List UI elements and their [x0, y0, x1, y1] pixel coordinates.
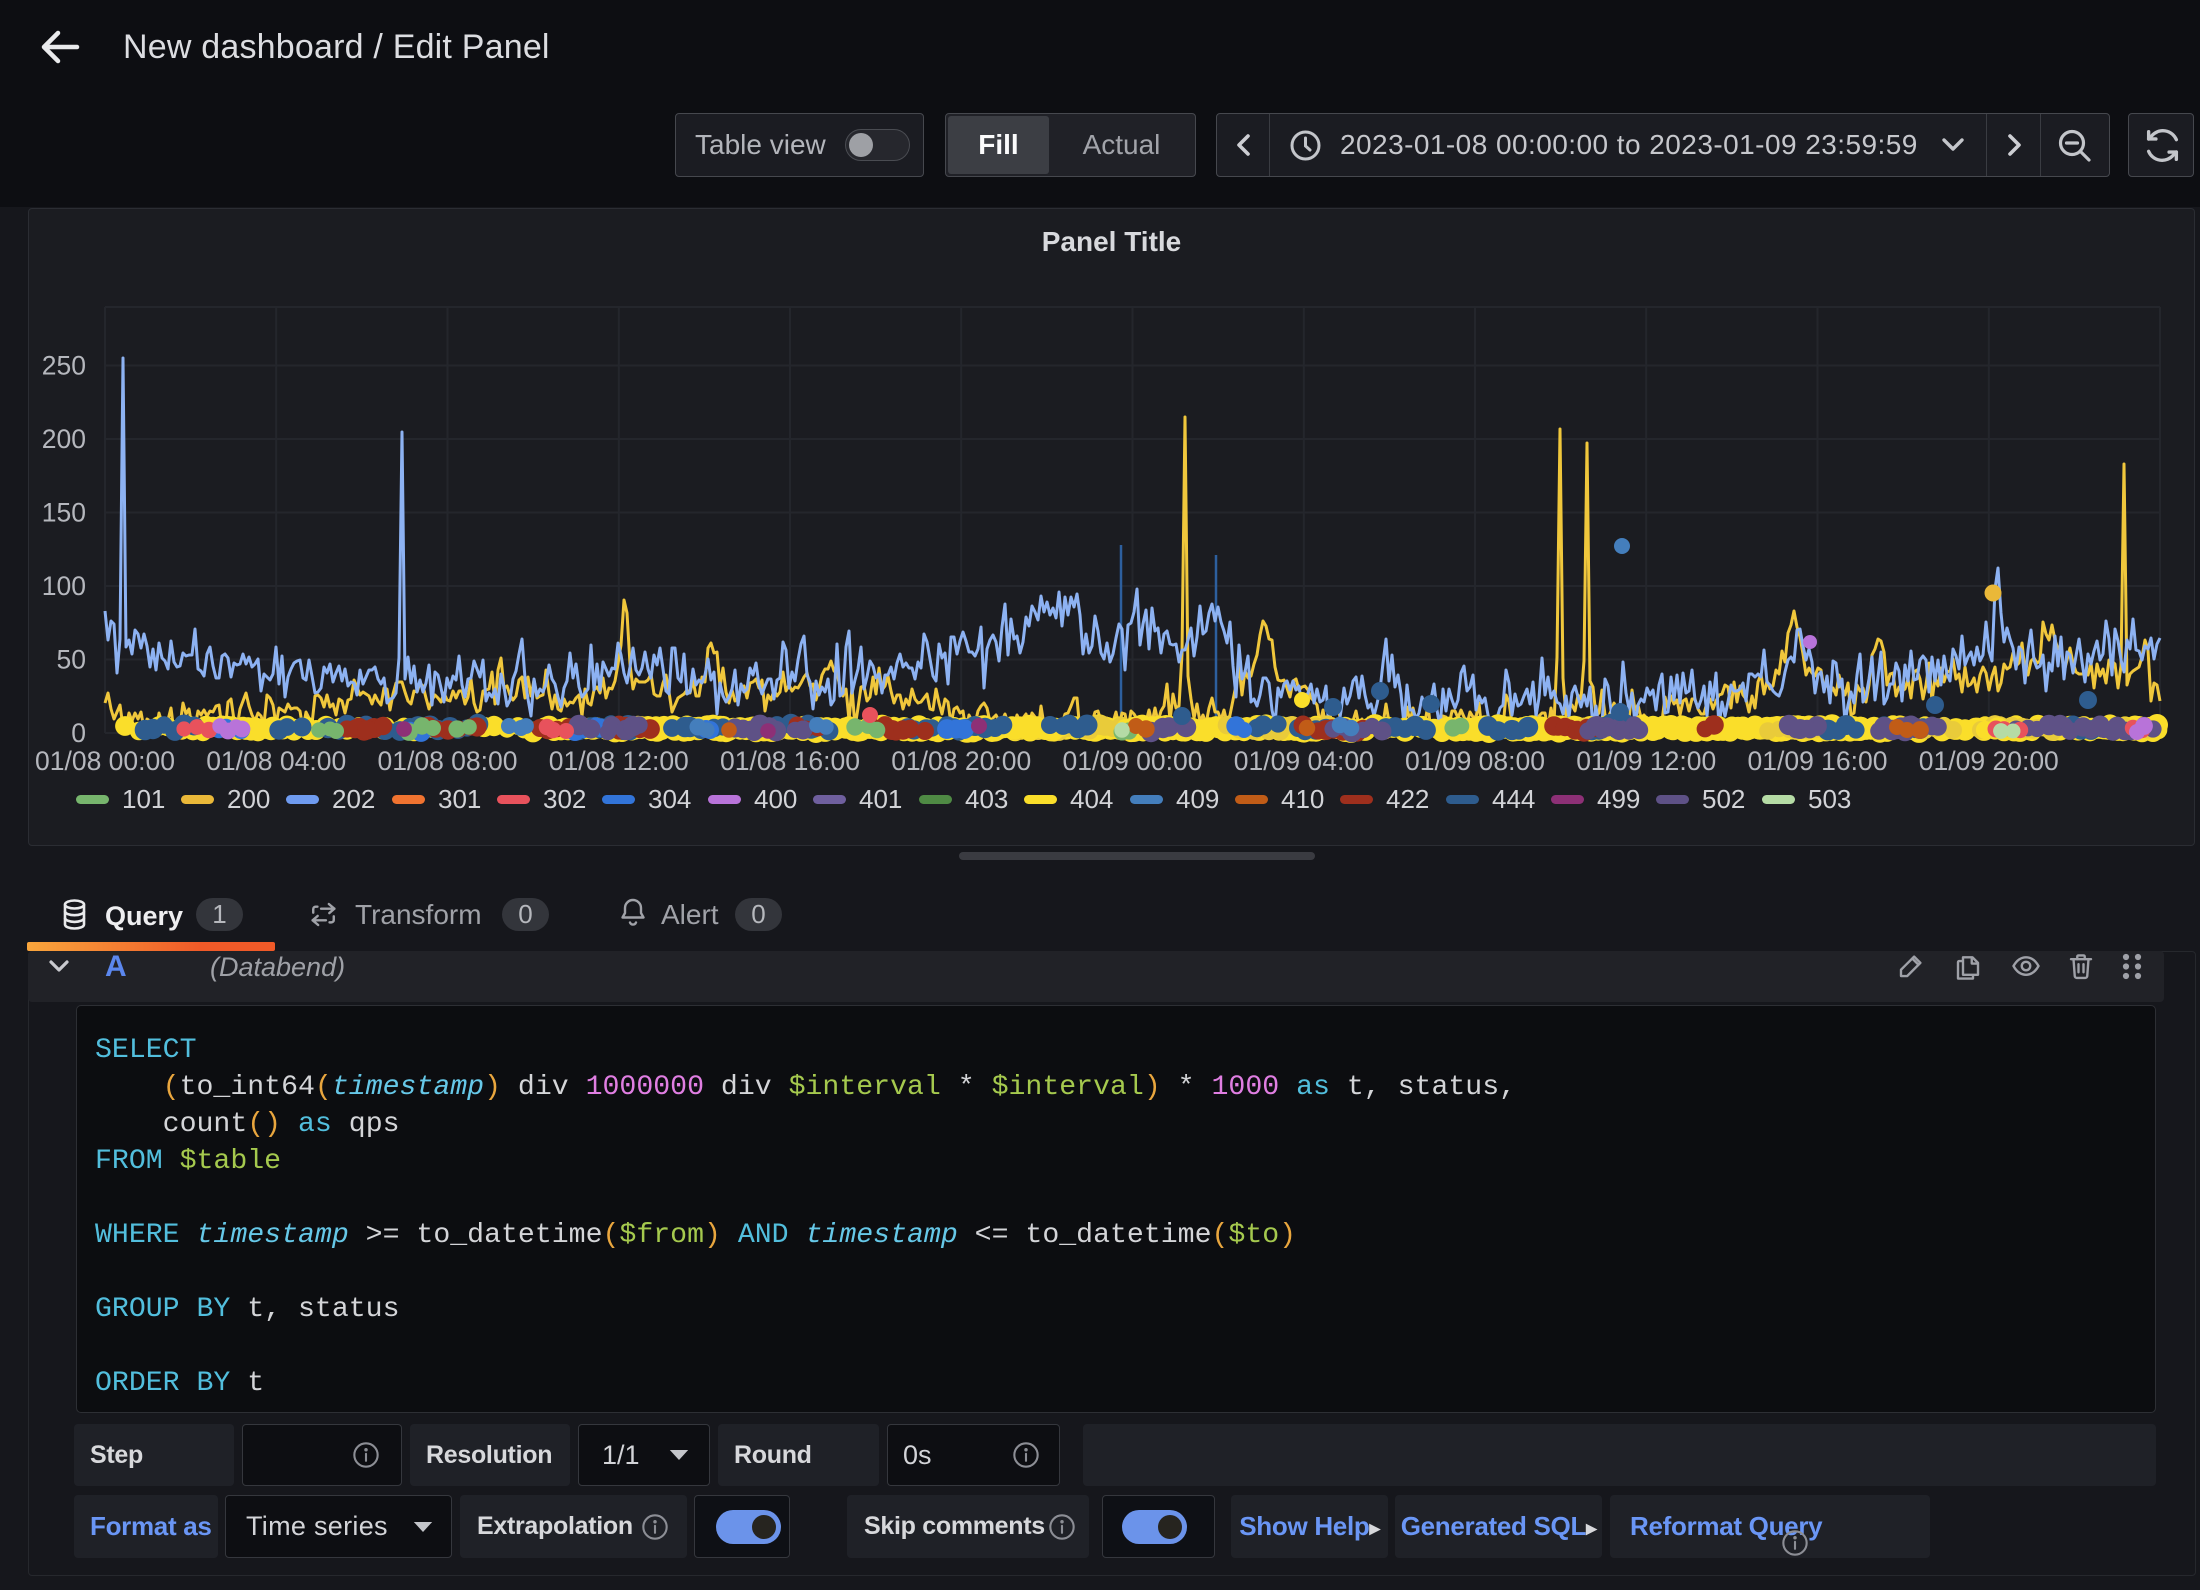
svg-text:01/09 08:00: 01/09 08:00: [1405, 746, 1545, 776]
svg-text:200: 200: [42, 424, 86, 454]
svg-text:01/09 04:00: 01/09 04:00: [1234, 746, 1374, 776]
svg-text:01/08 08:00: 01/08 08:00: [378, 746, 518, 776]
svg-text:01/08 12:00: 01/08 12:00: [549, 746, 689, 776]
svg-text:250: 250: [42, 351, 86, 381]
svg-text:01/09 12:00: 01/09 12:00: [1576, 746, 1716, 776]
svg-text:01/08 20:00: 01/08 20:00: [891, 746, 1031, 776]
svg-text:0: 0: [71, 718, 86, 748]
svg-text:01/09 16:00: 01/09 16:00: [1748, 746, 1888, 776]
svg-text:100: 100: [42, 571, 86, 601]
svg-text:01/08 16:00: 01/08 16:00: [720, 746, 860, 776]
svg-text:50: 50: [57, 645, 86, 675]
svg-text:01/09 00:00: 01/09 00:00: [1063, 746, 1203, 776]
svg-text:01/09 20:00: 01/09 20:00: [1919, 746, 2059, 776]
svg-text:150: 150: [42, 498, 86, 528]
svg-text:01/08 04:00: 01/08 04:00: [206, 746, 346, 776]
svg-text:01/08 00:00: 01/08 00:00: [35, 746, 175, 776]
